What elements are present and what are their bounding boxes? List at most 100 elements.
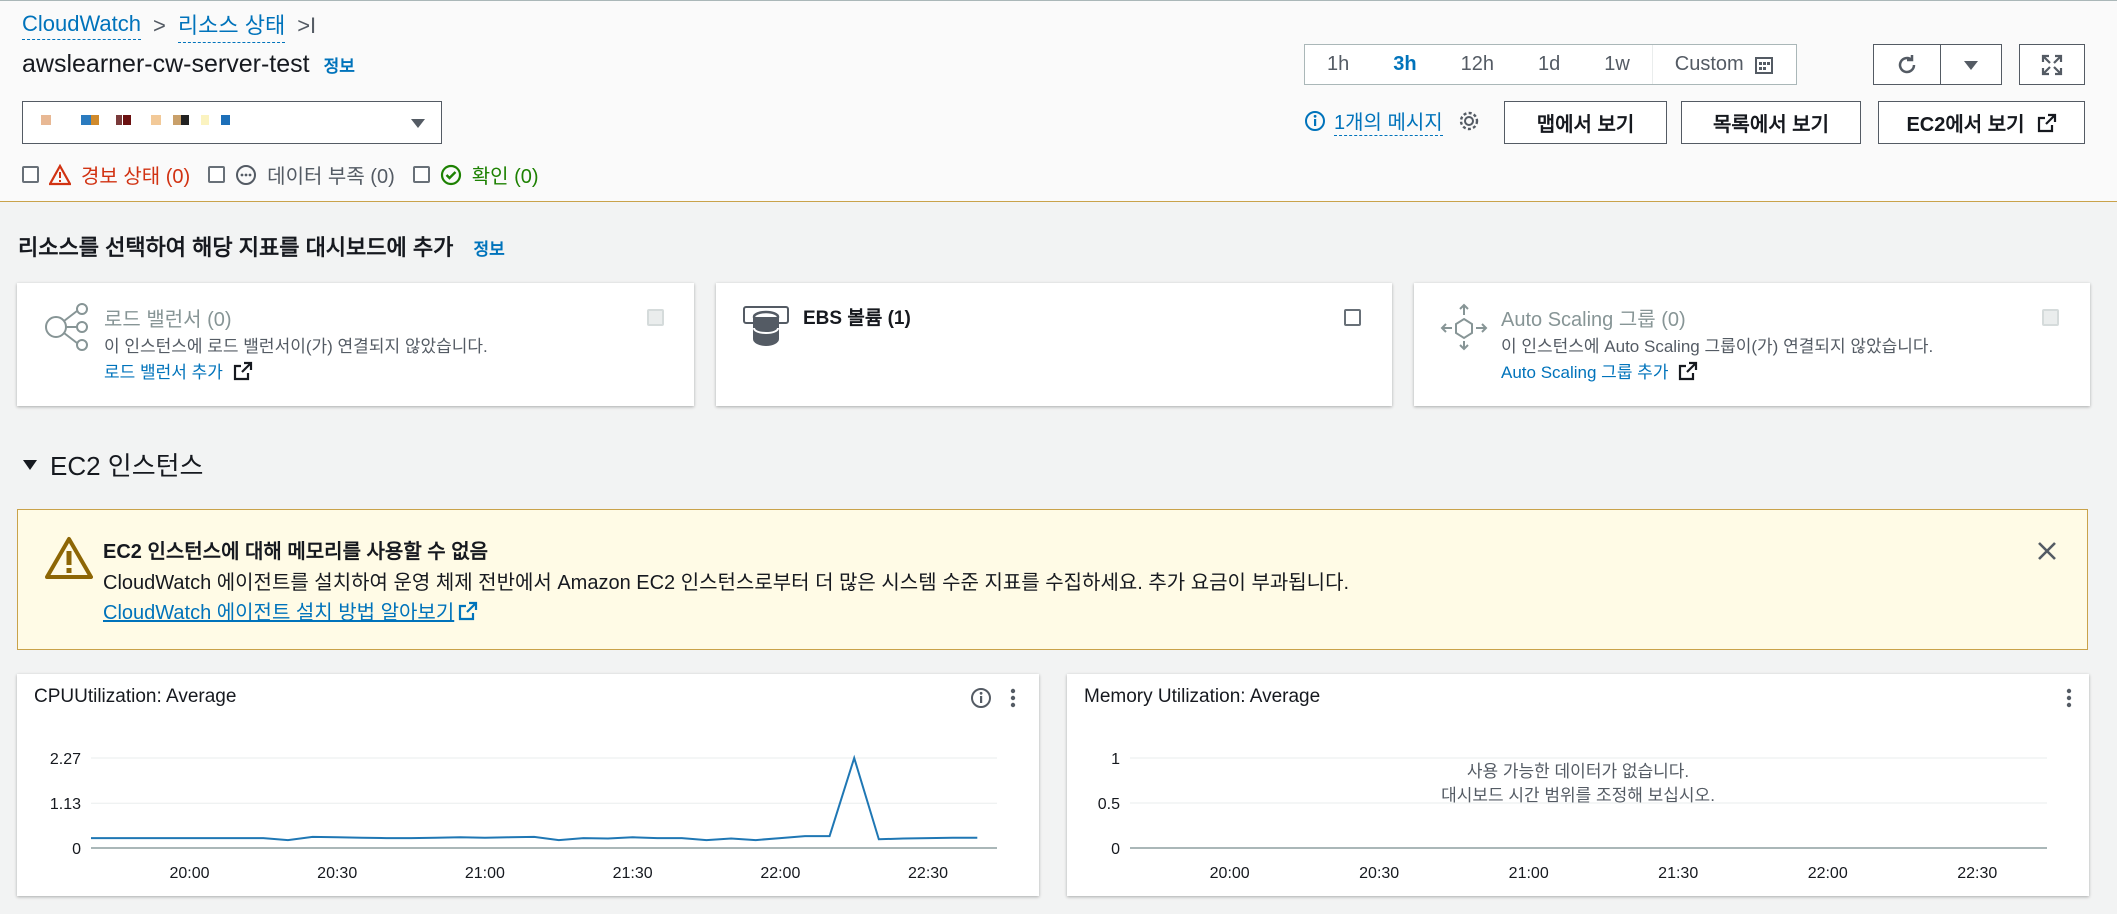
refresh-interval-dropdown[interactable] [1940,44,2002,85]
custom-label: Custom [1674,53,1744,75]
ebs-volume-card: EBS 볼륨 (1) [716,283,1392,406]
load-balancer-title: 로드 밸런서 (0) [104,309,232,331]
caret-down-icon [1964,60,1978,70]
settings-gear-icon[interactable] [1458,110,1480,132]
calendar-icon [1754,56,1773,74]
memory-warning-banner: EC2 인스턴스에 대해 메모리를 사용할 수 없음 CloudWatch 에이… [17,509,2088,650]
warning-icon [49,163,71,185]
chevron-right-icon: > [153,12,166,38]
y-tick-label: 2.27 [50,751,81,768]
caret-down-icon [23,459,37,470]
add-section-heading: 리소스를 선택하여 해당 지표를 대시보드에 추가 [18,235,454,260]
x-tick-label: 21:00 [465,865,505,882]
banner-body: CloudWatch 에이전트를 설치하여 운영 체제 전반에서 Amazon … [103,572,1350,594]
add-metrics-section-title: 리소스를 선택하여 해당 지표를 대시보드에 추가 정보 [18,230,505,262]
banner-learn-link[interactable]: CloudWatch 에이전트 설치 방법 알아보기 [103,596,478,625]
x-tick-label: 22:00 [760,865,800,882]
view-in-map-button[interactable]: 맵에서 보기 [1504,101,1667,144]
load-balancer-icon [45,303,88,351]
info-link[interactable]: 정보 [324,57,355,76]
add-load-balancer-link[interactable]: 로드 밸런서 추가 [104,358,253,383]
ok-checkbox[interactable] [412,166,430,183]
time-option-3h[interactable]: 3h [1371,45,1438,84]
resource-select[interactable] [22,101,442,144]
x-tick-label: 20:30 [1359,865,1399,882]
insufficient-data-filter[interactable]: 데이터 부족 (0) [208,160,395,189]
insufficient-filter-label: 데이터 부족 (0) [267,166,395,188]
check-circle-icon [440,164,461,185]
add-auto-scaling-label: Auto Scaling 그룹 추가 [1501,363,1669,382]
breadcrumb-cloudwatch[interactable]: CloudWatch [22,11,142,40]
banner-link-label: CloudWatch 에이전트 설치 방법 알아보기 [103,602,455,624]
external-link-icon [2037,113,2056,132]
warning-icon [45,537,93,579]
load-balancer-checkbox[interactable] [647,309,664,326]
fullscreen-button[interactable] [2019,44,2085,85]
view-in-list-button[interactable]: 목록에서 보기 [1681,101,1861,144]
caret-down-icon [411,119,425,128]
ebs-volume-checkbox[interactable] [1344,309,1361,326]
x-tick-label: 22:30 [908,865,948,882]
time-option-1w[interactable]: 1w [1582,45,1652,84]
load-balancer-card: 로드 밸런서 (0) 이 인스턴스에 로드 밸런서이(가) 연결되지 않았습니다… [17,283,694,406]
ebs-volume-title: EBS 볼륨 (1) [803,308,911,329]
alarm-filter-label: 경보 상태 (0) [81,166,191,188]
view-in-map-label: 맵에서 보기 [1536,114,1635,136]
time-option-12h[interactable]: 12h [1439,45,1516,84]
alarm-filter[interactable]: 경보 상태 (0) [22,160,190,189]
add-auto-scaling-link[interactable]: Auto Scaling 그룹 추가 [1501,358,1698,383]
cpu-chart-plot: 2.27 1.13 0 20:00 20:30 21:00 21:30 22:00 22:30 [50,751,997,882]
status-filters: 경보 상태 (0) 데이터 부족 (0) 확인 (0) [22,160,557,189]
x-tick-label: 22:00 [1808,865,1848,882]
view-in-ec2-button[interactable]: EC2에서 보기 [1878,101,2085,144]
ec2-section-toggle[interactable]: EC2 인스턴스 [22,446,203,483]
alarm-checkbox[interactable] [22,166,39,183]
time-option-1d[interactable]: 1d [1516,45,1582,84]
page-title-row: awslearner-cw-server-test 정보 [22,50,355,79]
x-tick-label: 21:30 [1658,865,1698,882]
memory-chart-widget: Memory Utilization: Average 사용 가능한 데이터가 … [1067,674,2089,896]
time-option-custom[interactable]: Custom [1651,45,1796,84]
auto-scaling-title: Auto Scaling 그룹 (0) [1501,309,1686,331]
external-link-icon [233,361,253,380]
x-tick-label: 20:00 [169,865,209,882]
x-tick-label: 20:00 [1210,865,1250,882]
x-tick-label: 21:30 [613,865,653,882]
refresh-icon [1898,54,1916,73]
banner-title: EC2 인스턴스에 대해 메모리를 사용할 수 없음 [103,541,489,563]
ellipsis-circle-icon [236,164,257,185]
x-tick-label: 22:30 [1957,865,1997,882]
breadcrumb-tail: >I [297,12,317,38]
ok-filter[interactable]: 확인 (0) [412,160,539,189]
ec2-section-title: EC2 인스턴스 [50,451,204,481]
y-tick-label: 0 [72,841,81,858]
page-title: awslearner-cw-server-test [22,50,310,78]
y-tick-label: 1.13 [50,796,81,813]
view-in-ec2-label: EC2에서 보기 [1906,114,2025,136]
expand-icon [2041,54,2063,75]
auto-scaling-checkbox[interactable] [2042,309,2059,326]
time-option-1h[interactable]: 1h [1305,45,1371,84]
messages-link[interactable]: 1개의 메시지 [1304,106,1443,136]
auto-scaling-icon [1440,303,1488,351]
time-range-selector: 1h 3h 12h 1d 1w Custom [1304,44,1797,85]
memory-chart-plot: 1 0.5 0 20:00 20:30 21:00 21:30 22:00 22:30 [1098,751,2047,882]
y-tick-label: 1 [1111,751,1120,768]
ok-filter-label: 확인 (0) [471,166,539,188]
refresh-button[interactable] [1873,44,1941,85]
external-link-icon [1679,361,1698,380]
breadcrumb: CloudWatch > 리소스 상태 >I [22,8,316,43]
y-tick-label: 0.5 [1098,796,1120,813]
ebs-volume-icon [743,306,789,347]
insufficient-checkbox[interactable] [208,166,226,183]
y-tick-label: 0 [1111,841,1120,858]
breadcrumb-resource-health[interactable]: 리소스 상태 [177,8,286,43]
view-in-list-label: 목록에서 보기 [1713,114,1829,136]
external-link-icon [459,601,478,620]
auto-scaling-desc: 이 인스턴스에 Auto Scaling 그룹이(가) 연결되지 않았습니다. [1501,337,1934,356]
cpu-series-line [91,754,978,842]
add-section-info-link[interactable]: 정보 [474,240,505,259]
cpu-chart-widget: CPUUtilization: Average 2.27 1.13 0 20:00 20… [17,674,1039,896]
close-icon[interactable] [2037,541,2057,561]
info-icon [1305,111,1325,131]
